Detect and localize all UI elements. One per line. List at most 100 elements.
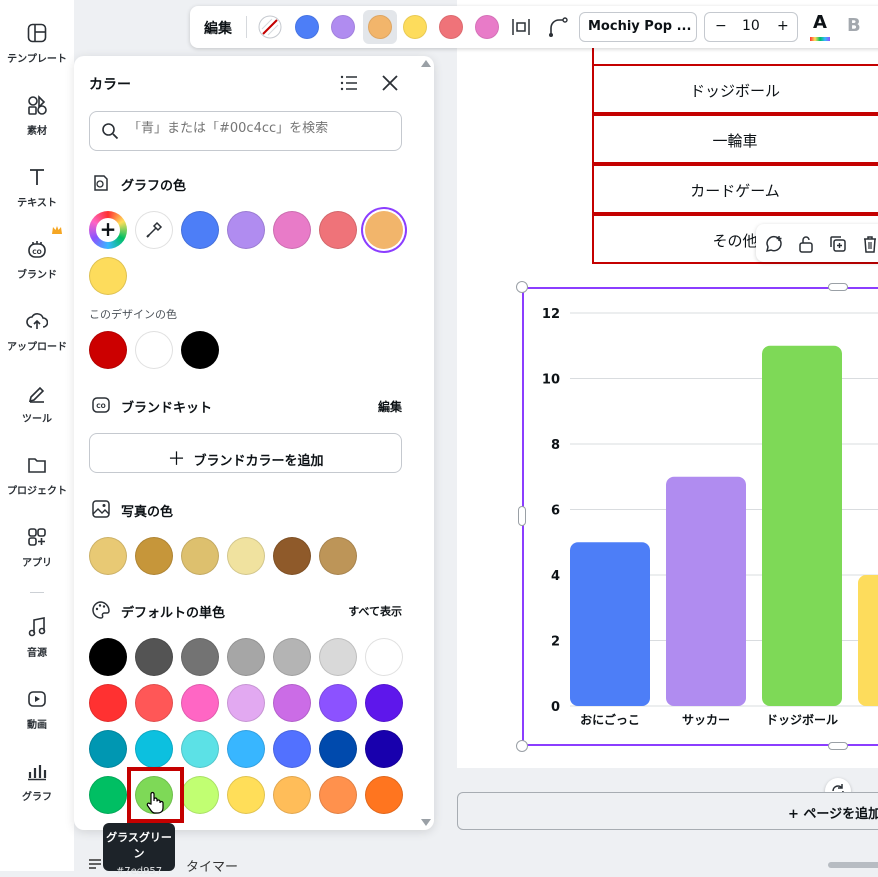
trash-icon[interactable] — [860, 234, 878, 254]
toolbar-color-swatch[interactable] — [475, 15, 499, 39]
toolbar-color-swatch[interactable] — [403, 15, 427, 39]
default-color-swatch[interactable] — [89, 684, 127, 722]
photo-color-swatch[interactable] — [227, 537, 265, 575]
graph-color-swatch[interactable] — [365, 211, 403, 249]
default-color-swatch[interactable] — [135, 638, 173, 676]
default-color-swatch[interactable] — [135, 730, 173, 768]
resize-handle[interactable] — [828, 742, 848, 750]
table-row[interactable]: カードゲーム — [592, 164, 878, 214]
design-color-swatch[interactable] — [89, 331, 127, 369]
default-color-swatch[interactable] — [365, 776, 403, 814]
default-color-swatch[interactable] — [89, 730, 127, 768]
rail-item-brand[interactable]: CO ブランド — [0, 238, 74, 281]
default-color-swatch[interactable] — [227, 730, 265, 768]
close-icon[interactable] — [381, 74, 399, 92]
default-color-swatch[interactable] — [273, 776, 311, 814]
photo-color-swatch[interactable] — [319, 537, 357, 575]
photo-color-swatch[interactable] — [273, 537, 311, 575]
default-color-swatch[interactable] — [89, 776, 127, 814]
default-color-swatch[interactable] — [273, 684, 311, 722]
horizontal-scrollbar[interactable] — [828, 862, 878, 868]
font-size-decrease[interactable]: − — [715, 18, 727, 34]
comment-add-icon[interactable] — [764, 234, 784, 254]
rail-item-upload[interactable]: アップロード — [0, 310, 74, 353]
resize-handle[interactable] — [516, 281, 528, 293]
default-color-swatch[interactable] — [365, 684, 403, 722]
edit-button[interactable]: 編集 — [204, 18, 232, 38]
chart-icon — [28, 765, 47, 781]
default-color-swatch[interactable] — [273, 638, 311, 676]
photo-color-swatch[interactable] — [135, 537, 173, 575]
scroll-down-icon[interactable] — [421, 819, 431, 827]
toolbar-color-swatch[interactable] — [295, 15, 319, 39]
default-color-swatch[interactable] — [319, 776, 357, 814]
photo-color-swatch[interactable] — [89, 537, 127, 575]
graph-color-swatch[interactable] — [181, 211, 219, 249]
rail-item-charts[interactable]: グラフ — [0, 760, 74, 803]
show-all-link[interactable]: すべて表示 — [348, 603, 402, 619]
add-page-button[interactable]: + ページを追加 — [457, 792, 878, 830]
resize-handle[interactable] — [828, 283, 848, 291]
toolbar-color-swatch[interactable] — [368, 15, 392, 39]
default-color-swatch[interactable] — [227, 684, 265, 722]
default-color-swatch[interactable] — [227, 776, 265, 814]
table-row[interactable]: ドッジボール — [592, 64, 878, 114]
graph-color-swatch[interactable] — [319, 211, 357, 249]
default-color-swatch[interactable] — [181, 684, 219, 722]
default-color-swatch[interactable] — [365, 730, 403, 768]
rail-item-tools[interactable]: ツール — [0, 382, 74, 425]
graph-color-swatch[interactable] — [227, 211, 265, 249]
search-input[interactable] — [128, 121, 388, 136]
rail-label: ブランド — [17, 270, 57, 281]
no-color-icon[interactable] — [258, 15, 282, 39]
rail-item-video[interactable]: 動画 — [0, 688, 74, 731]
rail-item-elements[interactable]: 素材 — [0, 94, 74, 137]
resize-handle[interactable] — [518, 506, 526, 526]
color-search[interactable] — [89, 111, 402, 151]
toolbar-color-swatch[interactable] — [439, 15, 463, 39]
design-color-swatch[interactable] — [181, 331, 219, 369]
default-color-swatch[interactable] — [273, 730, 311, 768]
default-color-swatch[interactable] — [181, 776, 219, 814]
spacing-icon[interactable] — [511, 17, 531, 37]
scroll-up-icon[interactable] — [421, 59, 431, 67]
text-color-button[interactable]: A — [808, 12, 832, 42]
font-size-increase[interactable]: + — [777, 18, 789, 34]
default-color-swatch[interactable] — [135, 684, 173, 722]
default-color-swatch[interactable] — [89, 638, 127, 676]
rail-item-templates[interactable]: テンプレート — [0, 22, 74, 65]
default-color-swatch[interactable] — [181, 638, 219, 676]
default-color-swatch[interactable] — [181, 730, 219, 768]
rail-item-text[interactable]: テキスト — [0, 166, 74, 209]
default-color-swatch[interactable] — [319, 684, 357, 722]
photo-color-swatch[interactable] — [181, 537, 219, 575]
top-toolbar: 編集 Mochiy Pop ... − 10 + A B — [190, 6, 878, 48]
rail-item-audio[interactable]: 音源 — [0, 616, 74, 659]
font-family-select[interactable]: Mochiy Pop ... — [579, 12, 697, 42]
table-row[interactable]: 一輪車 — [592, 114, 878, 164]
default-color-swatch[interactable] — [319, 638, 357, 676]
default-color-swatch[interactable] — [365, 638, 403, 676]
timer-label: タイマー — [186, 860, 239, 875]
list-view-icon[interactable] — [340, 74, 358, 92]
brand-edit-link[interactable]: 編集 — [378, 398, 402, 415]
design-color-swatch[interactable] — [135, 331, 173, 369]
graph-color-swatch[interactable] — [89, 257, 127, 295]
rail-item-projects[interactable]: プロジェクト — [0, 454, 74, 497]
add-color-button[interactable]: + — [89, 211, 127, 249]
toolbar-color-swatch[interactable] — [331, 15, 355, 39]
duplicate-icon[interactable] — [828, 234, 848, 254]
lock-icon[interactable] — [796, 234, 816, 254]
default-color-swatch[interactable] — [227, 638, 265, 676]
table-cell: ドッジボール — [689, 82, 780, 100]
font-size-value[interactable]: 10 — [742, 18, 760, 34]
eyedropper-button[interactable] — [135, 211, 173, 249]
curve-corner-icon[interactable] — [547, 16, 569, 38]
hand-cursor-icon — [146, 791, 164, 814]
graph-color-swatch[interactable] — [273, 211, 311, 249]
resize-handle[interactable] — [516, 740, 528, 752]
default-color-swatch[interactable] — [319, 730, 357, 768]
bold-button[interactable]: B — [847, 15, 861, 36]
add-brand-color-button[interactable]: ＋ ブランドカラーを追加 — [89, 433, 402, 473]
rail-item-apps[interactable]: アプリ — [0, 526, 74, 569]
